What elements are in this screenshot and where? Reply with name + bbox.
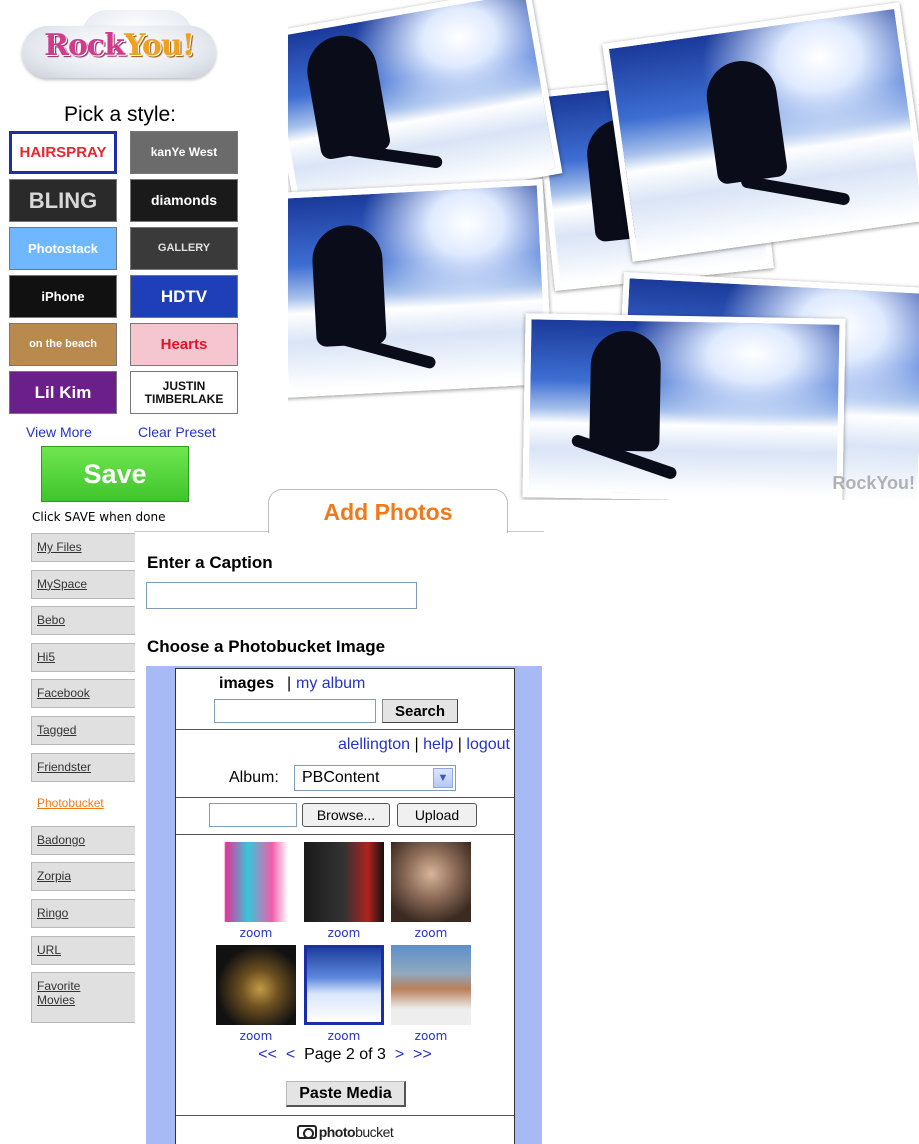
style-option-label: iPhone (41, 288, 85, 304)
zoom-link[interactable]: zoom (391, 1029, 471, 1043)
thumbnail-snow-house[interactable] (391, 945, 471, 1025)
sidebar-item-url[interactable]: URL (31, 935, 135, 965)
logout-link[interactable]: logout (466, 736, 510, 753)
album-label: Album: (229, 769, 279, 786)
last-page-link[interactable]: >> (413, 1046, 432, 1063)
style-option-label: BLING (28, 187, 98, 213)
style-option-photostack[interactable]: Photostack (9, 227, 117, 270)
sidebar-item-friendster[interactable]: Friendster (31, 752, 135, 782)
thumbnail-snowboarder[interactable] (304, 945, 384, 1025)
browse-button[interactable]: Browse... (302, 803, 390, 827)
preview-photo (288, 179, 554, 398)
save-hint: Click SAVE when done (32, 510, 166, 524)
style-option-label: Photostack (27, 240, 99, 256)
chevron-down-icon[interactable]: ▼ (433, 768, 453, 788)
prev-page-link[interactable]: < (286, 1046, 295, 1063)
style-option-label: GALLERY (157, 241, 211, 254)
upload-file-field[interactable] (209, 803, 297, 827)
style-option-label: JUSTIN TIMBERLAKE (144, 378, 224, 406)
upload-button[interactable]: Upload (397, 803, 477, 827)
tab-images[interactable]: images (219, 675, 274, 693)
zoom-link[interactable]: zoom (216, 926, 296, 940)
sidebar-item-zorpia[interactable]: Zorpia (31, 862, 135, 892)
divider (176, 834, 514, 835)
camera-icon (296, 1125, 317, 1139)
first-page-link[interactable]: << (258, 1046, 277, 1063)
tab-my-album[interactable]: my album (296, 675, 365, 693)
photobucket-search-button[interactable]: Search (382, 699, 458, 723)
pagination: << < Page 2 of 3 > >> (176, 1046, 514, 1064)
sidebar-item-ringo[interactable]: Ringo (31, 899, 135, 928)
clear-preset-link[interactable]: Clear Preset (138, 424, 216, 440)
zoom-link[interactable]: zoom (391, 926, 471, 940)
style-option-label: Hearts (160, 335, 208, 353)
sidebar-item-hi5[interactable]: Hi5 (31, 642, 135, 672)
album-select[interactable]: PBContent ▼ (294, 765, 456, 791)
zoom-link[interactable]: zoom (304, 926, 384, 940)
sidebar-item-myspace[interactable]: MySpace (31, 569, 135, 599)
username-link[interactable]: alellington (338, 736, 410, 753)
style-option-label: HAIRSPRAY (19, 143, 107, 161)
style-option-label: on the beach (29, 337, 97, 350)
style-option-label: kanYe West (150, 145, 218, 160)
rockyou-watermark: RockYou! (832, 473, 915, 493)
album-selected-value: PBContent (302, 769, 380, 786)
next-page-link[interactable]: > (395, 1046, 404, 1063)
save-button[interactable]: Save (41, 446, 189, 502)
paste-media-button[interactable]: Paste Media (286, 1081, 406, 1107)
sidebar-item-tagged[interactable]: Tagged (31, 716, 135, 745)
style-option-hairspray[interactable]: HAIRSPRAY (9, 131, 117, 174)
rockyou-logo[interactable]: RockYou! (22, 8, 216, 86)
choose-image-label: Choose a Photobucket Image (147, 637, 386, 656)
preview-photo (602, 2, 919, 262)
style-option-iphone[interactable]: iPhone (9, 275, 117, 318)
zoom-link[interactable]: zoom (304, 1029, 384, 1043)
style-option-beach[interactable]: on the beach (9, 323, 117, 366)
account-links: alellington | help | logout (338, 736, 510, 754)
thumbnail-saxophone[interactable] (216, 945, 296, 1025)
tab-add-photos[interactable]: Add Photos (268, 489, 508, 533)
caption-label: Enter a Caption (147, 553, 273, 572)
sidebar-item-my-files[interactable]: My Files (31, 533, 135, 562)
divider (176, 729, 514, 730)
caption-input[interactable] (146, 582, 417, 609)
logo-text: RockYou! (44, 28, 195, 63)
link-separator: | (457, 736, 462, 753)
style-option-justin[interactable]: JUSTIN TIMBERLAKE (130, 371, 238, 414)
divider (176, 797, 514, 798)
style-option-label: HDTV (160, 286, 208, 306)
view-more-link[interactable]: View More (26, 424, 92, 440)
style-option-bling[interactable]: BLING (9, 179, 117, 222)
help-link[interactable]: help (423, 736, 453, 753)
slideshow-preview: RockYou! (288, 0, 919, 500)
photobucket-logo: photobucket (176, 1124, 514, 1140)
style-option-label: diamonds (150, 192, 218, 209)
page-indicator: Page 2 of 3 (304, 1046, 386, 1063)
style-option-lilkim[interactable]: Lil Kim (9, 371, 117, 414)
photobucket-widget: images | my album Search alellington | h… (175, 668, 515, 1144)
photobucket-search-input[interactable] (214, 699, 376, 723)
style-option-kanye[interactable]: kanYe West (130, 131, 238, 174)
tab-divider: | (287, 675, 292, 692)
sidebar-item-facebook[interactable]: Facebook (31, 679, 135, 709)
sidebar-item-badongo[interactable]: Badongo (31, 825, 135, 855)
zoom-link[interactable]: zoom (216, 1029, 296, 1043)
sidebar-item-favorite-movies[interactable]: Favorite Movies (31, 972, 135, 1024)
divider (176, 1115, 514, 1116)
thumbnail-punk[interactable] (304, 842, 384, 922)
style-option-hearts[interactable]: Hearts (130, 323, 238, 366)
style-option-label: Lil Kim (34, 382, 92, 402)
link-separator: | (414, 736, 419, 753)
sidebar-item-photobucket[interactable]: Photobucket (31, 789, 135, 819)
thumbnail-woman-glasses[interactable] (391, 842, 471, 922)
thumbnail-feathers[interactable] (216, 842, 296, 922)
style-option-gallery[interactable]: GALLERY (130, 227, 238, 270)
style-option-hdtv[interactable]: HDTV (130, 275, 238, 318)
preview-photo (522, 313, 846, 500)
pick-style-title: Pick a style: (63, 103, 177, 126)
style-option-diamonds[interactable]: diamonds (130, 179, 238, 222)
sidebar-item-bebo[interactable]: Bebo (31, 606, 135, 636)
